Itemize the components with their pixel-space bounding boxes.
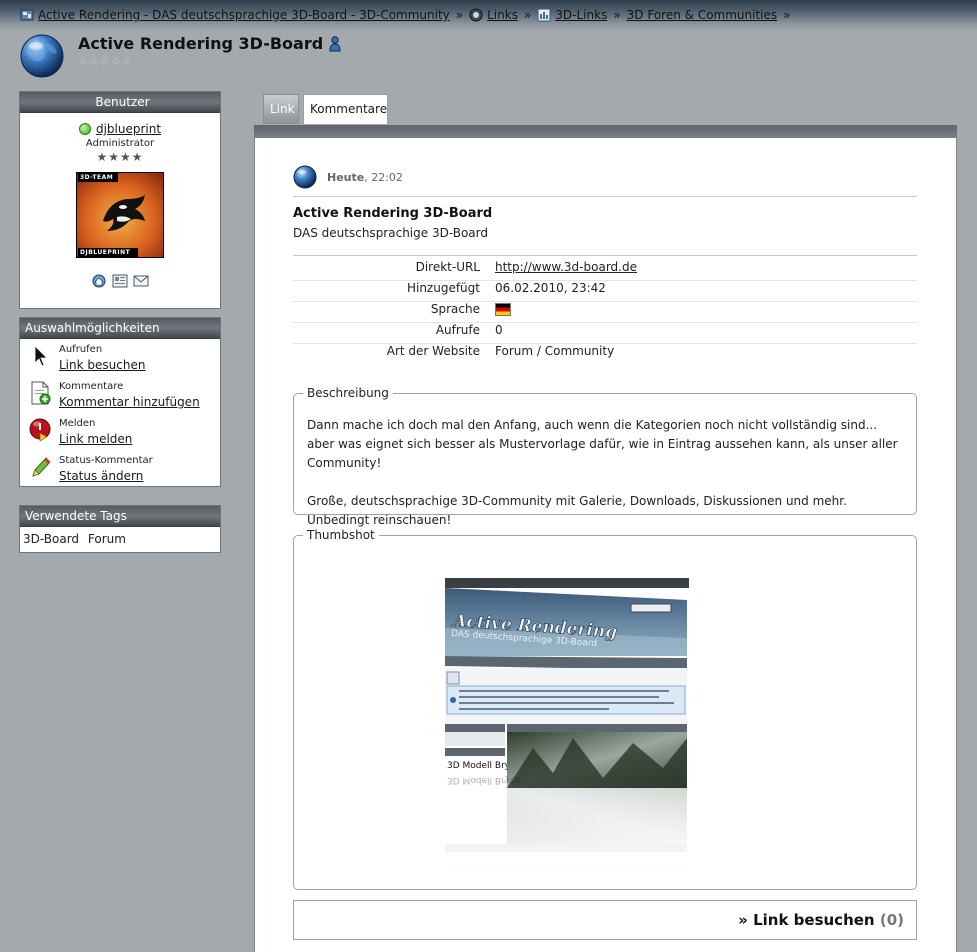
- language-value: [495, 302, 511, 316]
- user-role: Administrator: [85, 138, 155, 149]
- entry-date-day: Heute: [327, 170, 365, 184]
- info-row-url: Direkt-URL http://www.3d-board.de: [293, 260, 917, 281]
- pencil-icon: [32, 457, 51, 477]
- links-icon: [469, 8, 483, 22]
- tags-box: Verwendete Tags 3D-Board Forum: [19, 505, 221, 553]
- content-header-bar: [254, 125, 957, 138]
- divider: [293, 255, 917, 256]
- globe-logo-icon: [20, 34, 64, 78]
- cursor-icon: [34, 345, 48, 367]
- report-link[interactable]: Link melden: [59, 432, 132, 446]
- option-label: Status-Kommentar: [59, 455, 153, 466]
- svg-text:3D Modell Bryce: 3D Modell Bryce: [447, 775, 521, 785]
- option-comment: Kommentare Kommentar hinzufügen: [29, 380, 220, 413]
- description-paragraph: Dann mache ich doch mal den Anfang, auch…: [307, 418, 898, 470]
- info-row-views: Aufrufe 0: [293, 323, 917, 344]
- online-status-icon: [78, 123, 91, 135]
- profile-icon[interactable]: [112, 274, 128, 288]
- avatar-top-text: 3D-TEAM: [78, 173, 118, 182]
- option-report: Melden Link melden: [29, 417, 220, 450]
- entry-title: Active Rendering 3D-Board: [293, 206, 493, 221]
- description-paragraph: Große, deutschsprachige 3D-Community mit…: [307, 494, 847, 527]
- board-icon: [20, 9, 34, 21]
- user-rank-stars: ★★★★: [96, 150, 144, 164]
- tag-item[interactable]: Forum: [88, 532, 126, 546]
- username-link[interactable]: djblueprint: [96, 122, 161, 136]
- german-flag-icon: [495, 303, 511, 316]
- info-value: 06.02.2010, 23:42: [495, 281, 606, 295]
- visit-link[interactable]: Link besuchen: [59, 358, 145, 372]
- info-value: Forum / Community: [495, 344, 615, 358]
- info-label: Aufrufe: [435, 323, 480, 337]
- breadcrumb-bar: Active Rendering - DAS deutschsprachige …: [0, 0, 977, 32]
- description-panel: Beschreibung Dann mache ich doch mal den…: [293, 386, 917, 527]
- user-icon: [329, 35, 341, 51]
- user-box-title: Benutzer: [20, 92, 220, 113]
- breadcrumb-link-board[interactable]: Active Rendering - DAS deutschsprachige …: [38, 8, 450, 22]
- option-label: Melden: [59, 418, 96, 429]
- info-value: 0: [495, 323, 503, 337]
- globe-icon: [293, 165, 317, 189]
- tab-link[interactable]: Link: [263, 94, 299, 124]
- breadcrumb-link-3d-links[interactable]: 3D-Links: [555, 8, 607, 22]
- description-legend: Beschreibung: [307, 386, 389, 400]
- option-status: Status-Kommentar Status ändern: [29, 454, 220, 487]
- visit-link-button[interactable]: » Link besuchen (0): [293, 900, 917, 940]
- tag-item[interactable]: 3D-Board: [23, 532, 79, 546]
- thumbshot-preview: Active Rendering DAS deutschsprachige 3D…: [443, 578, 689, 878]
- divider: [293, 196, 917, 197]
- breadcrumb-item-3d-links[interactable]: 3D-Links: [537, 8, 607, 22]
- breadcrumb-separator: »: [523, 8, 532, 22]
- add-comment-icon: [31, 381, 51, 405]
- breadcrumb-item-links[interactable]: Links: [469, 8, 518, 22]
- info-row-added: Hinzugefügt 06.02.2010, 23:42: [293, 281, 917, 302]
- entry-date-time: , 22:02: [364, 170, 403, 184]
- option-label: Aufrufen: [59, 344, 103, 355]
- breadcrumb-separator: »: [455, 8, 464, 22]
- info-row-type: Art der Website Forum / Community: [293, 344, 917, 365]
- breadcrumb-item-foren[interactable]: 3D Foren & Communities: [627, 8, 777, 22]
- info-label: Sprache: [430, 302, 480, 316]
- info-row-language: Sprache: [293, 302, 917, 323]
- option-label: Kommentare: [59, 381, 124, 392]
- thumbshot-legend: Thumbshot: [307, 528, 375, 542]
- avatar-bottom-text: DJBLUEPRINT: [78, 248, 138, 257]
- breadcrumb-separator: »: [613, 8, 621, 22]
- breadcrumb-link-foren[interactable]: 3D Foren & Communities: [627, 8, 777, 22]
- options-box-title: Auswahlmöglichkeiten: [20, 318, 220, 339]
- avatar[interactable]: 3D-TEAM DJBLUEPRINT: [76, 172, 164, 258]
- visit-count: (0): [879, 911, 904, 929]
- report-icon: [29, 418, 51, 442]
- info-label: Hinzugefügt: [406, 281, 480, 295]
- category-icon: [537, 8, 551, 22]
- visit-link-label[interactable]: » Link besuchen: [738, 911, 874, 929]
- change-status-link[interactable]: Status ändern: [59, 469, 153, 483]
- mail-icon[interactable]: [133, 274, 149, 288]
- breadcrumb-item-board[interactable]: Active Rendering - DAS deutschsprachige …: [20, 8, 450, 22]
- page-title-text: Active Rendering 3D-Board: [78, 34, 324, 53]
- rating-stars[interactable]: ☆☆☆☆☆: [78, 55, 132, 68]
- info-label: Art der Website: [386, 344, 480, 358]
- options-box: Auswahlmöglichkeiten Aufrufen Link besuc…: [19, 317, 221, 487]
- option-visit: Aufrufen Link besuchen: [29, 343, 220, 376]
- user-box: Benutzer djblueprint Administrator ★★★★ …: [19, 91, 221, 309]
- page-title: Active Rendering 3D-Board: [78, 34, 341, 53]
- thumbshot-image[interactable]: Active Rendering DAS deutschsprachige 3D…: [443, 578, 689, 878]
- breadcrumb-link-links[interactable]: Links: [487, 8, 518, 22]
- entry-date: Heute, 22:02: [327, 171, 403, 184]
- add-comment-link[interactable]: Kommentar hinzufügen: [59, 395, 200, 409]
- info-label: Direkt-URL: [415, 260, 480, 274]
- homepage-icon[interactable]: [91, 274, 107, 288]
- tab-comments[interactable]: Kommentare: [303, 94, 388, 124]
- tags-box-title: Verwendete Tags: [20, 506, 220, 527]
- orca-image: [103, 195, 145, 231]
- breadcrumb: Active Rendering - DAS deutschsprachige …: [20, 8, 796, 22]
- direct-url-link[interactable]: http://www.3d-board.de: [495, 260, 637, 274]
- breadcrumb-separator: »: [783, 8, 791, 22]
- entry-subtitle: DAS deutschsprachige 3D-Board: [293, 226, 488, 240]
- link-detail-panel: Heute, 22:02 Active Rendering 3D-Board D…: [254, 138, 957, 952]
